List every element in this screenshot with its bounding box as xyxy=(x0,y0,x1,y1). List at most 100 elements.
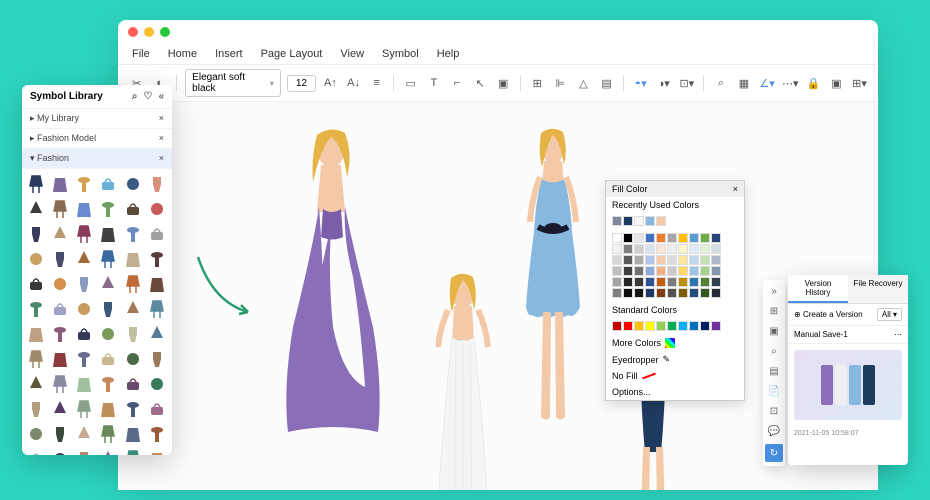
color-swatch[interactable] xyxy=(612,216,622,226)
color-swatch[interactable] xyxy=(689,321,699,331)
color-swatch[interactable] xyxy=(700,266,710,276)
symbol-item[interactable] xyxy=(123,248,143,270)
align-icon[interactable]: ≡ xyxy=(368,74,385,92)
symbol-item[interactable] xyxy=(26,173,46,195)
text-icon[interactable]: T xyxy=(425,74,442,92)
picker-icon[interactable]: ▦ xyxy=(735,74,752,92)
symbol-item[interactable] xyxy=(147,248,167,270)
symbol-item[interactable] xyxy=(26,248,46,270)
symbol-item[interactable] xyxy=(50,398,70,420)
color-swatch[interactable] xyxy=(700,244,710,254)
color-swatch[interactable] xyxy=(689,266,699,276)
color-swatch[interactable] xyxy=(711,288,721,298)
symbol-item[interactable] xyxy=(50,198,70,220)
symbol-item[interactable] xyxy=(98,423,118,445)
figure-blue-dress[interactable] xyxy=(508,127,598,437)
symbol-item[interactable] xyxy=(26,448,46,455)
menu-file[interactable]: File xyxy=(132,48,150,60)
symbol-item[interactable] xyxy=(50,423,70,445)
color-swatch[interactable] xyxy=(645,321,655,331)
symbol-item[interactable] xyxy=(50,348,70,370)
color-swatch[interactable] xyxy=(711,255,721,265)
expand-icon[interactable]: » xyxy=(767,284,781,298)
symbol-item[interactable] xyxy=(98,398,118,420)
symbol-item[interactable] xyxy=(98,298,118,320)
color-swatch[interactable] xyxy=(634,277,644,287)
color-swatch[interactable] xyxy=(656,277,666,287)
symbol-item[interactable] xyxy=(123,223,143,245)
eyedropper[interactable]: Eyedropper ✎ xyxy=(606,351,744,368)
layer-icon[interactable]: ▤ xyxy=(598,74,615,92)
color-swatch[interactable] xyxy=(645,255,655,265)
tab-version-history[interactable]: Version History xyxy=(788,275,848,303)
symbol-item[interactable] xyxy=(123,373,143,395)
rail-page-icon[interactable]: ▤ xyxy=(767,364,781,378)
symbol-item[interactable] xyxy=(147,448,167,455)
color-swatch[interactable] xyxy=(656,255,666,265)
color-swatch[interactable] xyxy=(634,216,644,226)
symbol-item[interactable] xyxy=(74,348,94,370)
symbol-item[interactable] xyxy=(147,298,167,320)
color-swatch[interactable] xyxy=(656,244,666,254)
favorite-icon[interactable]: ♡ xyxy=(143,91,152,102)
color-swatch[interactable] xyxy=(678,277,688,287)
symbol-item[interactable] xyxy=(147,223,167,245)
color-swatch[interactable] xyxy=(711,266,721,276)
fill-options[interactable]: Options... xyxy=(606,384,744,400)
color-swatch[interactable] xyxy=(623,233,633,243)
color-swatch[interactable] xyxy=(612,255,622,265)
symbol-item[interactable] xyxy=(26,198,46,220)
menu-insert[interactable]: Insert xyxy=(215,48,243,60)
collapse-icon[interactable]: « xyxy=(158,91,164,102)
symbol-item[interactable] xyxy=(123,423,143,445)
dash-icon[interactable]: ⋯▾ xyxy=(782,74,799,92)
version-thumbnail[interactable] xyxy=(794,350,902,420)
symbol-item[interactable] xyxy=(98,173,118,195)
color-swatch[interactable] xyxy=(623,288,633,298)
crop-icon[interactable]: ⊡▾ xyxy=(678,74,695,92)
symbol-item[interactable] xyxy=(98,273,118,295)
color-swatch[interactable] xyxy=(645,266,655,276)
color-swatch[interactable] xyxy=(645,233,655,243)
symbol-item[interactable] xyxy=(98,448,118,455)
rail-shapes-icon[interactable]: ▣ xyxy=(767,324,781,338)
symbol-item[interactable] xyxy=(98,248,118,270)
version-entry[interactable]: Manual Save-1⋯ xyxy=(788,326,908,344)
symbol-item[interactable] xyxy=(98,223,118,245)
close-icon[interactable]: × xyxy=(159,113,164,124)
color-swatch[interactable] xyxy=(623,266,633,276)
symbol-item[interactable] xyxy=(74,173,94,195)
align-obj-icon[interactable]: ⊫ xyxy=(552,74,569,92)
close-dot[interactable] xyxy=(128,27,138,37)
symbol-item[interactable] xyxy=(26,273,46,295)
color-swatch[interactable] xyxy=(700,277,710,287)
symbol-item[interactable] xyxy=(50,298,70,320)
color-swatch[interactable] xyxy=(656,216,666,226)
cat-my-library[interactable]: ▸ My Library× xyxy=(22,109,172,129)
symbol-item[interactable] xyxy=(26,298,46,320)
font-size[interactable]: 12 xyxy=(287,75,316,92)
symbol-item[interactable] xyxy=(74,273,94,295)
symbol-item[interactable] xyxy=(50,448,70,455)
maximize-dot[interactable] xyxy=(160,27,170,37)
color-swatch[interactable] xyxy=(656,321,666,331)
menu-home[interactable]: Home xyxy=(168,48,197,60)
symbol-item[interactable] xyxy=(123,398,143,420)
color-swatch[interactable] xyxy=(667,255,677,265)
rail-search-icon[interactable]: ⌕ xyxy=(767,344,781,358)
color-swatch[interactable] xyxy=(700,288,710,298)
color-swatch[interactable] xyxy=(678,233,688,243)
menu-symbol[interactable]: Symbol xyxy=(382,48,419,60)
symbol-item[interactable] xyxy=(26,223,46,245)
search-icon[interactable]: ⌕ xyxy=(712,74,729,92)
symbol-item[interactable] xyxy=(123,348,143,370)
color-swatch[interactable] xyxy=(689,244,699,254)
font-decrease-icon[interactable]: A↓ xyxy=(345,74,362,92)
color-swatch[interactable] xyxy=(623,244,633,254)
color-swatch[interactable] xyxy=(623,277,633,287)
search-icon[interactable]: ⌕ xyxy=(132,91,138,102)
color-swatch[interactable] xyxy=(623,321,633,331)
color-swatch[interactable] xyxy=(711,244,721,254)
symbol-item[interactable] xyxy=(50,223,70,245)
color-swatch[interactable] xyxy=(634,244,644,254)
